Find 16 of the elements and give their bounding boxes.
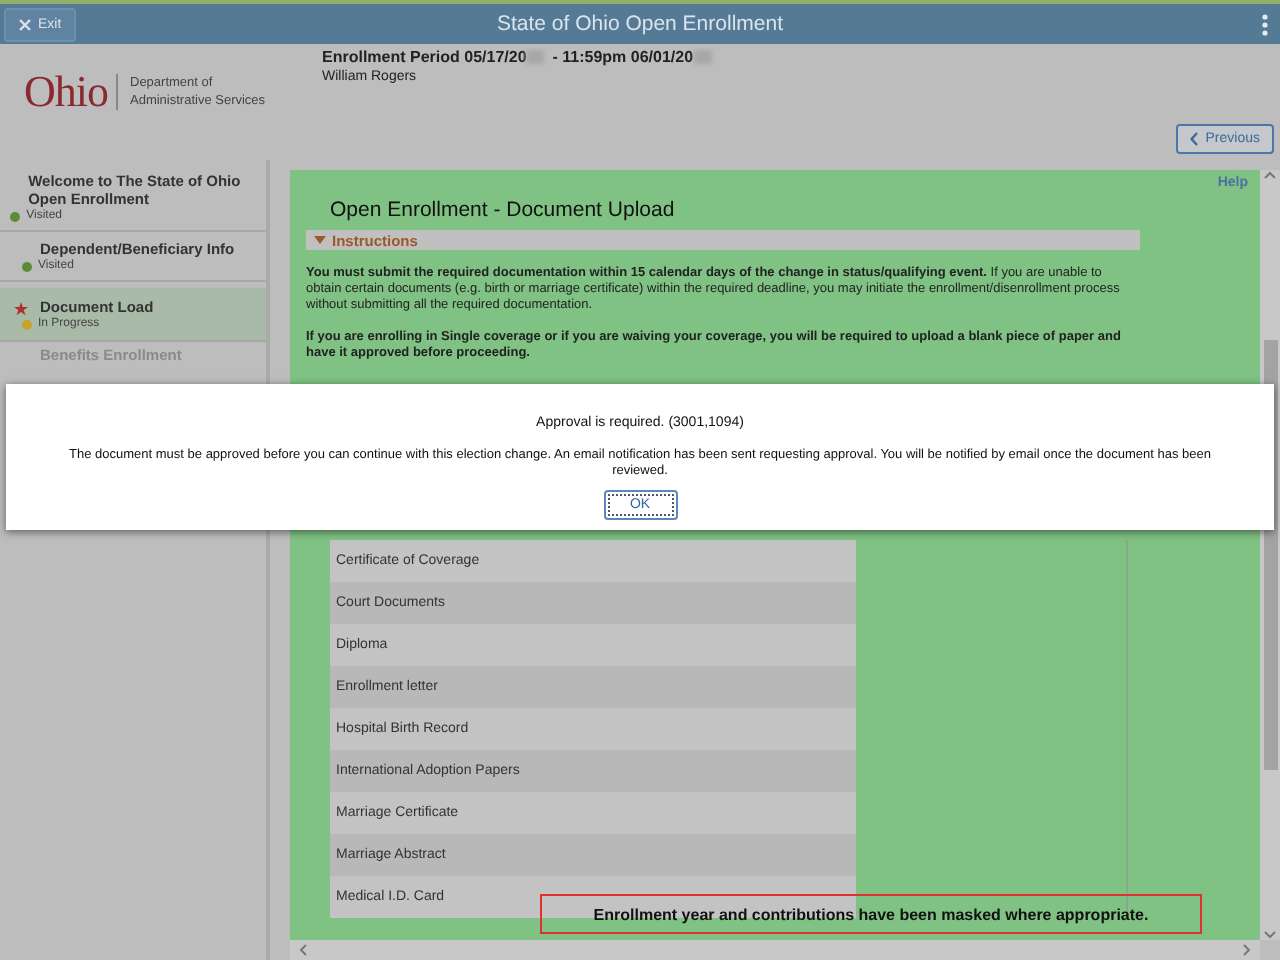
scroll-left-icon[interactable] [298,944,310,956]
logo: Ohio [24,66,108,118]
scroll-down-icon[interactable] [1264,928,1276,940]
scroll-right-icon[interactable] [1240,944,1252,956]
period-end: - 11:59pm 06/01/20 [552,48,694,66]
close-icon [18,17,32,31]
window-title: State of Ohio Open Enrollment [495,12,785,36]
horizontal-scrollbar[interactable] [290,940,1260,960]
chevron-left-icon [1189,132,1198,146]
star-icon [13,302,27,316]
triangle-icon [314,235,326,245]
page-title: Open Enrollment - Document Upload [330,198,677,222]
menu-icon[interactable] [1262,14,1268,36]
scroll-up-icon[interactable] [1264,170,1276,182]
period-start: Enrollment Period 05/17/20 [322,48,527,66]
masking-note: Enrollment year and contributions have been masked where appropriate. [540,894,1202,934]
